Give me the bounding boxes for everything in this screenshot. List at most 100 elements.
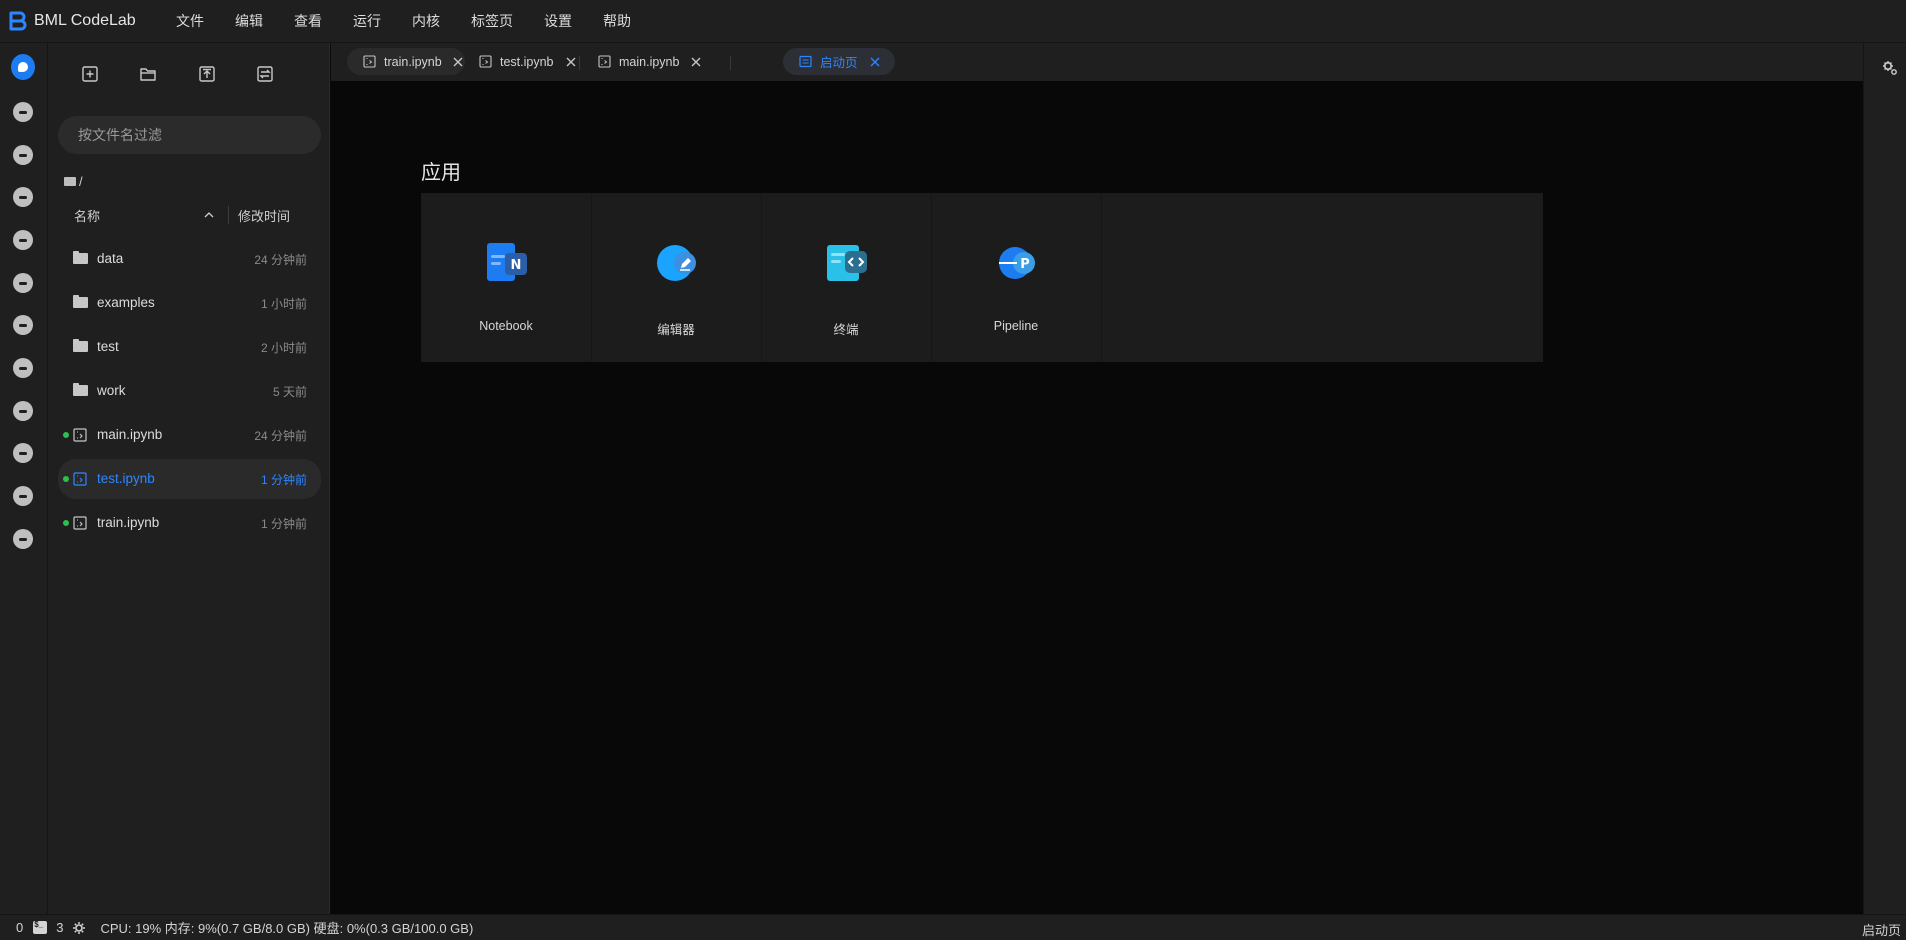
app-name: BML CodeLab <box>34 12 136 29</box>
chart-icon[interactable] <box>11 484 35 508</box>
notes-icon[interactable] <box>11 399 35 423</box>
file-filter-input[interactable] <box>58 116 321 154</box>
terminal-app-icon <box>823 239 871 287</box>
sort-ascending-icon[interactable] <box>204 210 214 220</box>
file-modified-time: 2 小时前 <box>260 341 307 355</box>
main-menu: 文件 编辑 查看 运行 内核 标签页 设置 帮助 <box>176 11 662 31</box>
close-icon[interactable] <box>689 55 703 69</box>
menu-item[interactable]: 帮助 <box>603 11 631 31</box>
refresh-button[interactable] <box>254 63 276 85</box>
dataset-icon[interactable] <box>11 185 35 209</box>
editor-icon <box>653 239 701 287</box>
tab-label: 启动页 <box>820 56 858 70</box>
launcher-section-title: 应用 <box>421 162 461 184</box>
notebook-file-icon <box>73 516 88 530</box>
menu-item[interactable]: 查看 <box>294 11 322 31</box>
activity-bar <box>0 43 48 914</box>
resource-usage: CPU: 19% 内存: 9%(0.7 GB/8.0 GB) 硬盘: 0%(0.… <box>100 921 474 936</box>
column-divider <box>228 206 229 224</box>
tab[interactable]: main.ipynb <box>582 48 706 75</box>
notebook-file-icon <box>73 428 88 442</box>
deploy-icon[interactable] <box>11 313 35 337</box>
file-name: data <box>97 251 124 266</box>
tab-divider <box>730 56 731 70</box>
breadcrumb[interactable]: / <box>64 174 83 189</box>
menu-item[interactable]: 文件 <box>176 11 204 31</box>
toggle-icon[interactable] <box>11 271 35 295</box>
file-modified-time: 1 分钟前 <box>260 473 307 487</box>
folder-row[interactable]: data 24 分钟前 <box>58 239 321 279</box>
tab[interactable]: train.ipynb <box>347 48 465 75</box>
notebook-tab-icon <box>479 55 492 68</box>
launcher-app-label: 编辑器 <box>657 323 695 337</box>
folder-icon <box>64 177 76 186</box>
tab[interactable]: test.ipynb <box>463 48 583 75</box>
extensions-icon[interactable] <box>11 100 35 124</box>
file-modified-time: 5 天前 <box>272 385 307 399</box>
file-row[interactable]: test.ipynb 1 分钟前 <box>58 459 321 499</box>
launcher-card-divider <box>1101 193 1102 362</box>
launch-icon[interactable] <box>11 143 35 167</box>
refresh-icon <box>257 66 273 82</box>
launcher-tab-icon <box>799 55 812 68</box>
kernel-running-indicator <box>63 432 69 438</box>
svg-text:P: P <box>1020 257 1030 272</box>
menu-item[interactable]: 运行 <box>353 11 381 31</box>
launcher-app-card[interactable]: N Notebook <box>421 193 591 362</box>
notebook-tab-icon <box>363 55 376 68</box>
file-browser-icon[interactable] <box>11 54 35 80</box>
file-modified-time: 1 小时前 <box>260 297 307 311</box>
property-inspector-gear-icon[interactable] <box>1882 60 1898 76</box>
launcher-app-label: 终端 <box>833 323 859 337</box>
diamond-icon[interactable] <box>11 527 35 551</box>
file-browser-toolbar <box>48 63 330 87</box>
upload-button[interactable] <box>196 63 218 85</box>
menu-item[interactable]: 标签页 <box>471 11 513 31</box>
terminal-icon[interactable] <box>11 228 35 252</box>
file-browser-panel: / 名称 修改时间 data 24 分钟前 examples 1 小时前 test 2 小… <box>48 43 330 914</box>
settings-gear-icon[interactable] <box>72 921 86 935</box>
column-header-modified[interactable]: 修改时间 <box>238 206 290 225</box>
column-header-name[interactable]: 名称 <box>74 206 204 225</box>
tab-label: test.ipynb <box>500 54 554 69</box>
file-modified-time: 24 分钟前 <box>254 253 307 267</box>
circle-icon[interactable] <box>11 441 35 465</box>
kernel-count[interactable]: 0 <box>16 920 23 935</box>
launcher-app-card[interactable]: P Pipeline <box>931 193 1101 362</box>
launcher-app-card[interactable]: 终端 <box>761 193 931 362</box>
file-name: work <box>97 383 126 398</box>
close-icon[interactable] <box>868 55 882 69</box>
menu-item[interactable]: 设置 <box>544 11 572 31</box>
notebook-file-icon <box>73 472 88 486</box>
new-file-button[interactable] <box>79 63 101 85</box>
menu-item[interactable]: 内核 <box>412 11 440 31</box>
new-folder-button[interactable] <box>137 63 159 85</box>
file-row[interactable]: train.ipynb 1 分钟前 <box>58 503 321 543</box>
folder-icon <box>73 295 88 310</box>
terminal-icon <box>33 920 48 934</box>
tab[interactable]: 启动页 <box>783 48 895 75</box>
folder-row[interactable]: test 2 小时前 <box>58 327 321 367</box>
upload-icon <box>199 66 215 82</box>
status-current-tab: 启动页 <box>1861 923 1901 938</box>
launcher: 应用 N Notebook 编辑器 终端 P Pipeline <box>331 81 1863 914</box>
close-icon[interactable] <box>564 55 578 69</box>
tab-label: train.ipynb <box>384 54 442 69</box>
breadcrumb-root: / <box>79 174 83 189</box>
notebook-tab-icon <box>598 55 611 68</box>
run-icon[interactable] <box>11 356 35 380</box>
file-list-header: 名称 修改时间 <box>58 200 321 230</box>
launcher-app-grid: N Notebook 编辑器 终端 P Pipeline <box>421 193 1543 362</box>
launcher-app-card[interactable]: 编辑器 <box>591 193 761 362</box>
folder-icon <box>73 251 88 266</box>
file-row[interactable]: main.ipynb 24 分钟前 <box>58 415 321 455</box>
terminal-count[interactable]: 3 <box>56 920 63 935</box>
file-name: test <box>97 339 119 354</box>
folder-row[interactable]: examples 1 小时前 <box>58 283 321 323</box>
file-modified-time: 1 分钟前 <box>260 517 307 531</box>
menu-item[interactable]: 编辑 <box>235 11 263 31</box>
folder-icon <box>73 383 88 398</box>
folder-row[interactable]: work 5 天前 <box>58 371 321 411</box>
tab-bar: train.ipynb test.ipynb main.ipynb 启动页 <box>331 43 1863 81</box>
file-name: train.ipynb <box>97 515 160 530</box>
